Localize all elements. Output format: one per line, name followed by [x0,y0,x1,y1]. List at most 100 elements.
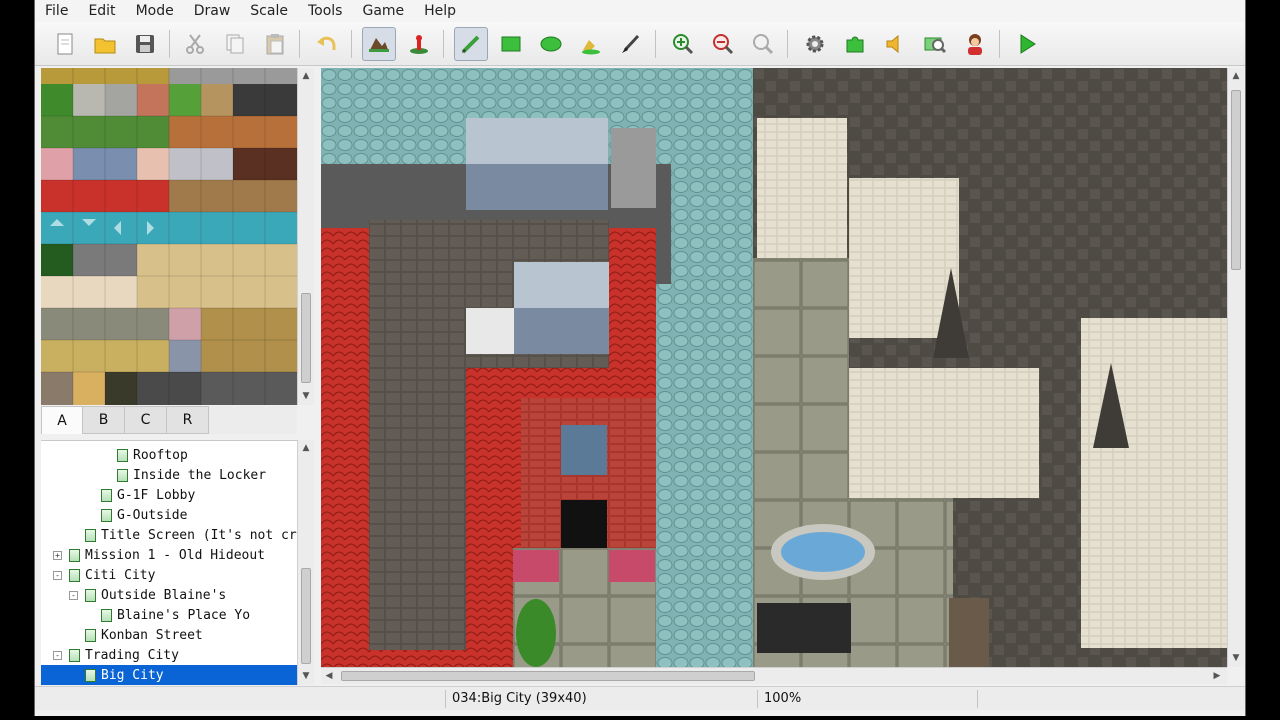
map-vertical-scrollbar[interactable]: ▲ ▼ [1227,68,1244,667]
event-searcher-button[interactable] [918,27,952,61]
collapse-icon[interactable]: - [53,650,62,660]
zoom-out-button[interactable] [706,27,740,61]
menu-tools[interactable]: Tools [298,3,353,19]
paste-icon [266,34,284,55]
map-tree-item[interactable]: - Citi City [41,565,297,585]
menu-help[interactable]: Help [414,3,466,19]
map-mode-button[interactable] [362,27,396,61]
event-mode-button[interactable] [402,27,436,61]
map-horizontal-scrollbar[interactable]: ◀ ▶ [321,667,1227,684]
new-project-icon [57,33,73,55]
status-bar: 034:Big City (39x40) 100% [35,686,1245,710]
tab-b[interactable]: B [83,406,125,434]
map-tree-scrollbar[interactable]: ▲ ▼ [297,440,314,685]
tab-a[interactable]: A [41,406,83,434]
scroll-up-arrow-icon[interactable]: ▲ [298,68,314,84]
cut-button[interactable] [178,27,212,61]
map-tree-label: Title Screen (It's not creativ [101,527,297,543]
sound-test-icon [886,34,899,54]
scroll-up-arrow-icon[interactable]: ▲ [1228,68,1244,84]
undo-button[interactable] [310,27,344,61]
rectangle-tool-button[interactable] [494,27,528,61]
menu-edit[interactable]: Edit [78,3,125,19]
tileset-scrollbar[interactable]: ▲ ▼ [297,68,314,405]
scroll-down-arrow-icon[interactable]: ▼ [298,668,314,684]
map-canvas[interactable] [321,68,1227,667]
rectangle-icon [501,36,521,52]
save-project-icon [136,35,154,53]
zoom-out-icon [713,34,734,55]
shadow-pen-button[interactable] [614,27,648,61]
menu-draw[interactable]: Draw [184,3,241,19]
collapse-icon[interactable]: - [69,590,78,600]
map-vscroll-thumb[interactable] [1231,90,1241,270]
open-project-button[interactable] [88,27,122,61]
expand-icon[interactable]: + [53,550,62,560]
map-tree-item[interactable]: - Trading City [41,645,297,665]
zoom-actual-button[interactable] [746,27,780,61]
map-tree-item[interactable]: - Outside Blaine's [41,585,297,605]
map-icon [101,488,112,502]
cut-icon [186,34,204,54]
map-tree-item[interactable]: G-Outside [41,505,297,525]
zoom-in-icon [673,34,694,55]
tileset-palette[interactable] [41,68,297,405]
map-tree-item[interactable]: Inside the Locker [41,465,297,485]
paste-button[interactable] [258,27,292,61]
tab-c[interactable]: C [125,406,167,434]
map-tree[interactable]: Rooftop Inside the Locker G-1F Lobby G-Outs… [41,440,297,685]
map-tree-item[interactable]: Blaine's Place Yo [41,605,297,625]
playtest-button[interactable] [1010,27,1044,61]
tileset-grid [41,68,297,405]
tab-r[interactable]: R [167,406,209,434]
menu-mode[interactable]: Mode [126,3,184,19]
map-tree-label: Konban Street [101,627,203,643]
menu-game[interactable]: Game [352,3,414,19]
editor-window: File Edit Mode Draw Scale Tools Game Hel… [34,0,1246,716]
map-layer-icon [369,38,389,52]
scroll-left-arrow-icon[interactable]: ◀ [321,668,337,684]
map-tree-item[interactable]: Rooftop [41,445,297,465]
plugin-manager-button[interactable] [838,27,872,61]
menu-scale[interactable]: Scale [240,3,298,19]
new-project-button[interactable] [48,27,82,61]
scroll-up-arrow-icon[interactable]: ▲ [298,440,314,456]
map-hscroll-thumb[interactable] [341,671,755,681]
character-generator-button[interactable] [958,27,992,61]
map-tree-item[interactable]: + Mission 1 - Old Hideout [41,545,297,565]
map-tree-label: Blaine's Place Yo [117,607,251,623]
collapse-icon[interactable]: - [53,570,62,580]
map-tree-item[interactable]: Konban Street [41,625,297,645]
pencil-tool-button[interactable] [454,27,488,61]
menu-file[interactable]: File [35,3,78,19]
database-button[interactable] [798,27,832,61]
map-icon [69,568,80,582]
sound-test-button[interactable] [878,27,912,61]
event-layer-icon [410,35,428,54]
map-tree-item[interactable]: Big City [41,665,297,685]
tileset-tabs: A B C R [41,406,297,434]
undo-icon [317,36,336,50]
map-tree-scroll-thumb[interactable] [301,568,311,664]
scroll-down-arrow-icon[interactable]: ▼ [298,388,314,404]
map-icon [117,448,128,462]
status-map-info: 034:Big City (39x40) [445,689,757,708]
zoom-in-button[interactable] [666,27,700,61]
fill-tool-button[interactable] [574,27,608,61]
copy-icon [226,34,244,54]
fill-icon [582,40,600,55]
shadow-pen-icon [622,34,640,53]
scroll-right-arrow-icon[interactable]: ▶ [1209,668,1225,684]
scroll-down-arrow-icon[interactable]: ▼ [1228,650,1244,666]
menu-bar: File Edit Mode Draw Scale Tools Game Hel… [35,0,1245,22]
map-tree-item[interactable]: Title Screen (It's not creativ [41,525,297,545]
plugin-manager-icon [846,36,864,53]
map-tree-label: Outside Blaine's [101,587,227,603]
map-icon [85,668,96,682]
tileset-scroll-thumb[interactable] [301,293,311,383]
copy-button[interactable] [218,27,252,61]
save-project-button[interactable] [128,27,162,61]
ellipse-tool-button[interactable] [534,27,568,61]
map-tree-label: Trading City [85,647,179,663]
map-tree-item[interactable]: G-1F Lobby [41,485,297,505]
